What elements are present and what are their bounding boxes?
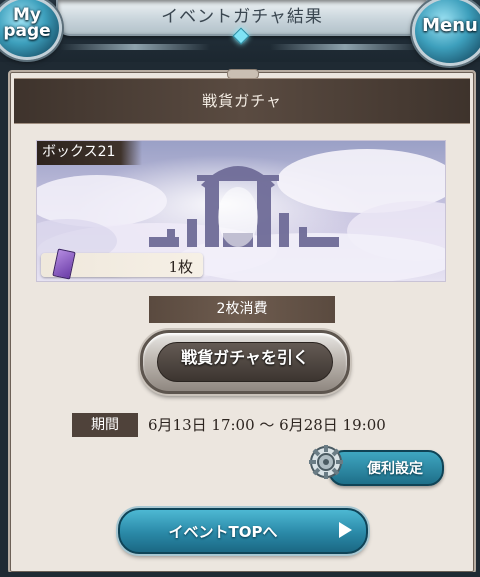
ticket-count: 1枚 — [168, 258, 193, 276]
top-header: イベントガチャ結果 My page Menu — [0, 0, 480, 66]
draw-gacha-button[interactable]: 戦貨ガチャを引く — [140, 330, 350, 394]
period-value: 6月13日 17:00 ～ 6月28日 19:00 — [148, 416, 386, 434]
menu-button[interactable]: Menu — [412, 0, 480, 66]
purple-ticket-icon — [52, 248, 76, 280]
my-page-button[interactable]: My page — [0, 0, 62, 60]
play-arrow-icon — [339, 522, 352, 538]
header-ornament-left — [60, 44, 210, 50]
period-label: 期間 — [72, 413, 138, 437]
box-banner: ボックス21 1枚 — [36, 140, 446, 282]
panel-header: 戦貨ガチャ — [14, 78, 470, 124]
panel-title: 戦貨ガチャ — [202, 92, 282, 110]
gear-icon[interactable] — [306, 442, 346, 482]
gacha-panel: 戦貨ガチャ ボックス21 1枚 2枚消費 戦貨ガチャを引く 期間 6月13日 1… — [8, 69, 476, 574]
bottom-edge — [0, 572, 480, 577]
box-number-label: ボックス21 — [37, 141, 142, 165]
header-ornament-right — [270, 44, 420, 50]
page-title: イベントガチャ結果 — [161, 7, 323, 27]
draw-button-label: 戦貨ガチャを引く — [181, 348, 309, 367]
my-page-label-line2: page — [3, 21, 51, 41]
event-top-label: イベントTOPへ — [168, 523, 278, 541]
ticket-count-bar: 1枚 — [41, 248, 203, 280]
settings-button-label: 便利設定 — [367, 461, 423, 477]
event-top-button[interactable]: イベントTOPへ — [118, 508, 368, 554]
cost-badge: 2枚消費 — [149, 296, 335, 323]
